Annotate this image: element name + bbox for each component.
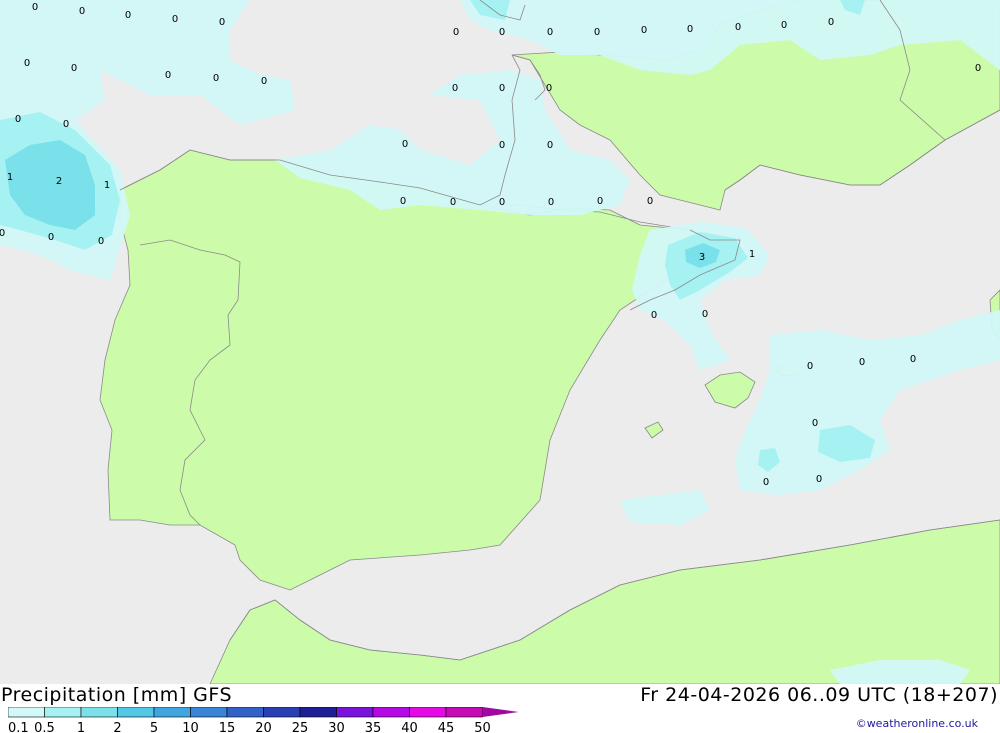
legend-value: 45 — [438, 721, 455, 733]
contour-label: 0 — [71, 63, 77, 74]
legend-value: 0.5 — [34, 721, 55, 733]
contour-label: 1 — [749, 249, 755, 260]
legend-arrow — [482, 707, 519, 717]
contour-label: 0 — [547, 27, 553, 38]
contour-label: 0 — [547, 140, 553, 151]
contour-label: 0 — [172, 14, 178, 25]
contour-label: 0 — [594, 27, 600, 38]
contour-label: 3 — [699, 252, 705, 263]
contour-label: 0 — [499, 197, 505, 208]
legend-value: 1 — [77, 721, 85, 733]
contour-label: 0 — [261, 76, 267, 87]
contour-label: 0 — [910, 354, 916, 365]
legend-swatch — [44, 707, 82, 718]
valid-time: Fr 24-04-2026 06..09 UTC (18+207) — [640, 684, 998, 706]
contour-label: 1 — [7, 172, 13, 183]
contour-label: 0 — [400, 196, 406, 207]
contour-label: 0 — [125, 10, 131, 21]
contour-label: 0 — [213, 73, 219, 84]
contour-label: 0 — [735, 22, 741, 33]
legend-value: 25 — [292, 721, 309, 733]
legend-swatch — [153, 707, 191, 718]
contour-label: 0 — [499, 83, 505, 94]
contour-label: 0 — [651, 310, 657, 321]
legend-value: 0.1 — [8, 721, 29, 733]
contour-label: 0 — [24, 58, 30, 69]
legend-swatch — [80, 707, 118, 718]
legend-value: 15 — [219, 721, 236, 733]
contour-label: 0 — [687, 24, 693, 35]
legend-value: 50 — [474, 721, 491, 733]
legend-value: 5 — [150, 721, 158, 733]
credit-link[interactable]: ©weatheronline.co.uk — [856, 717, 978, 730]
contour-label: 1 — [104, 180, 110, 191]
contour-label: 0 — [499, 140, 505, 151]
legend-swatch — [409, 707, 447, 718]
legend-value: 10 — [182, 721, 199, 733]
contour-label: 0 — [63, 119, 69, 130]
contour-label: 0 — [702, 309, 708, 320]
contour-label: 0 — [98, 236, 104, 247]
contour-label: 0 — [548, 197, 554, 208]
legend-swatch — [190, 707, 228, 718]
contour-label: 0 — [807, 361, 813, 372]
contour-label: 0 — [79, 6, 85, 17]
contour-label: 0 — [647, 196, 653, 207]
contour-label: 0 — [781, 20, 787, 31]
legend-value: 30 — [328, 721, 345, 733]
contour-label: 0 — [165, 70, 171, 81]
contour-label: 0 — [450, 197, 456, 208]
contour-label: 0 — [15, 114, 21, 125]
contour-label: 0 — [499, 27, 505, 38]
contour-label: 0 — [402, 139, 408, 150]
color-legend: 0.1 0.5 1 2 5 10 15 20 25 30 35 40 45 50 — [8, 707, 519, 733]
legend-value: 40 — [401, 721, 418, 733]
contour-label: 0 — [641, 25, 647, 36]
contour-label: 0 — [452, 83, 458, 94]
contour-label: 0 — [828, 17, 834, 28]
contour-label: 0 — [859, 357, 865, 368]
legend-swatch — [372, 707, 410, 718]
legend-swatch — [117, 707, 155, 718]
legend-swatches — [8, 707, 519, 718]
map-title: Precipitation [mm] GFS — [1, 684, 233, 706]
contour-label: 0 — [48, 232, 54, 243]
legend-swatch — [336, 707, 374, 718]
contour-label: 0 — [812, 418, 818, 429]
legend-value: 20 — [255, 721, 272, 733]
legend-value: 2 — [113, 721, 121, 733]
contour-label: 0 — [816, 474, 822, 485]
contour-label: 0 — [32, 2, 38, 13]
contour-label: 0 — [975, 63, 981, 74]
legend-swatch — [263, 707, 301, 718]
contour-label: 0 — [763, 477, 769, 488]
contour-label: 0 — [219, 17, 225, 28]
legend-labels: 0.1 0.5 1 2 5 10 15 20 25 30 35 40 45 50 — [8, 721, 491, 733]
legend-swatch — [445, 707, 483, 718]
legend-swatch — [299, 707, 337, 718]
legend-value: 35 — [365, 721, 382, 733]
contour-label: 2 — [56, 176, 62, 187]
contour-label: 0 — [597, 196, 603, 207]
legend-swatch — [8, 707, 45, 718]
contour-label: 0 — [453, 27, 459, 38]
legend-swatch — [226, 707, 264, 718]
precipitation-map: 0 0 0 0 0 0 0 0 0 0 0 0 0 0 0 0 0 0 0 0 … — [0, 0, 1000, 684]
contour-label: 0 — [0, 228, 5, 239]
contour-label: 0 — [546, 83, 552, 94]
